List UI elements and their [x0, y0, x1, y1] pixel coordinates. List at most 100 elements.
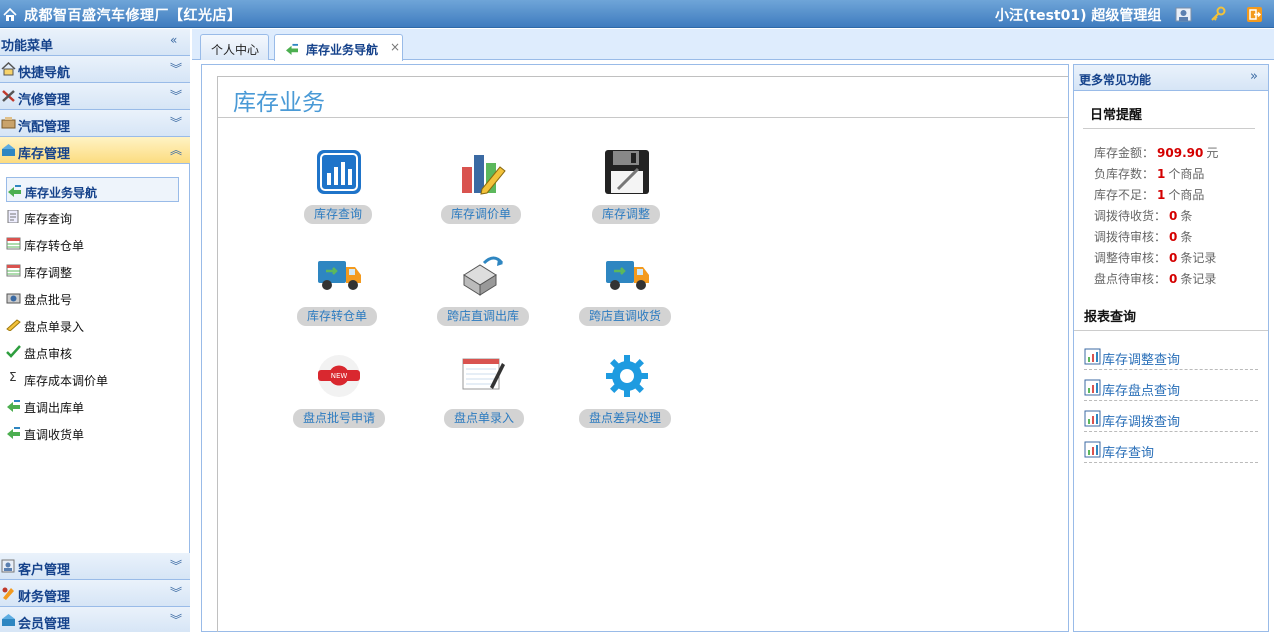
app-title: 成都智百盛汽车修理厂【红光店】 [24, 8, 242, 24]
reminder-title: 日常提醒 [1090, 108, 1143, 123]
stat-inventory-amount: 库存金额： 909.90 元 [1094, 146, 1219, 160]
right-panel-header: 更多常见功能 » [1074, 65, 1268, 91]
right-panel: 更多常见功能 » 日常提醒 库存金额： 909.90 元 负库存数： 1 个商品 库存不… [1073, 64, 1269, 632]
divider [1083, 128, 1255, 129]
table-icon [6, 237, 21, 250]
user-profile-icon[interactable] [1175, 6, 1192, 23]
transfer-icon [7, 427, 20, 439]
table-icon [6, 264, 21, 277]
report-link-adjust[interactable]: 库存调整查询 [1084, 342, 1258, 370]
sidebar-group-finance[interactable]: 财务管理 ︾ [0, 580, 190, 607]
chevron-down-icon: ︾ [170, 559, 183, 573]
func-stocktake-diff[interactable]: 盘点差异处理 [566, 353, 686, 443]
top-bar: 成都智百盛汽车修理厂【红光店】 小汪(test01) 超级管理组 [0, 0, 1274, 28]
tools-icon [2, 90, 15, 102]
warehouse-out-icon [463, 256, 504, 296]
checkmark-icon [6, 345, 21, 358]
transfer-icon [7, 400, 20, 412]
truck-icon [318, 261, 361, 290]
stat-low-stock: 库存不足： 1 个商品 [1094, 188, 1205, 202]
sidebar-item-transfer-order[interactable]: 库存转仓单 [6, 231, 179, 256]
stat-negative-stock: 负库存数： 1 个商品 [1094, 167, 1205, 181]
panel-header: 库存业务 [218, 77, 1068, 118]
sidebar-group-parts[interactable]: 汽配管理 ︾ [0, 110, 190, 137]
svg-text:NEW: NEW [331, 372, 348, 380]
stat-transfer-pending-review: 调拨待审核： 0 条 [1094, 230, 1193, 244]
sidebar-item-direct-in[interactable]: 直调收货单 [6, 420, 179, 445]
collapse-sidebar-icon[interactable]: « [170, 33, 177, 47]
sidebar-item-inventory-adjust[interactable]: 库存调整 [6, 258, 179, 283]
tab-strip: 个人中心 库存业务导航 × [192, 29, 1274, 61]
report-link-inventory[interactable]: 库存查询 [1084, 435, 1258, 463]
func-stocktake-apply[interactable]: NEW 盘点批号申请 [278, 353, 398, 443]
stat-transfer-pending-receipt: 调拨待收货： 0 条 [1094, 209, 1193, 223]
sidebar-group-customers[interactable]: 客户管理 ︾ [0, 553, 190, 580]
member-icon [2, 614, 15, 626]
report-link-transfer[interactable]: 库存调拨查询 [1084, 404, 1258, 432]
current-user: 小汪(test01) 超级管理组 [995, 8, 1162, 24]
sidebar-header: 功能菜单 « [0, 29, 190, 56]
sidebar-group-quick-nav[interactable]: 快捷导航 ︾ [0, 56, 190, 83]
page-title: 库存业务 [233, 90, 325, 116]
expand-panel-icon[interactable]: » [1250, 69, 1258, 84]
func-inventory-adjust[interactable]: 库存调整 [566, 149, 686, 239]
close-tab-icon[interactable]: × [390, 40, 400, 54]
camera-icon [6, 293, 21, 304]
func-cross-store-out[interactable]: 跨店直调出库 [422, 251, 542, 341]
sidebar-item-inventory-nav[interactable]: 库存业务导航 [6, 177, 179, 202]
sidebar-group-members[interactable]: 会员管理 ︾ [0, 607, 190, 632]
stat-adjust-pending-review: 调整待审核： 0 条记录 [1094, 251, 1217, 265]
parts-icon [1, 117, 16, 129]
inventory-business-panel: 库存业务 库存查询 库存调价单 库存调整 库存转仓单 跨店直调出库 跨店直调收货… [217, 76, 1068, 632]
sidebar-group-inventory[interactable]: 库存管理 ︽ [0, 137, 190, 164]
sidebar-item-direct-out[interactable]: 直调出库单 [6, 393, 179, 418]
chevron-down-icon: ︾ [170, 62, 183, 76]
finance-icon [2, 587, 14, 600]
pencil-icon [6, 319, 21, 331]
chart-pencil-icon [462, 155, 506, 195]
gear-icon [606, 355, 648, 397]
sidebar-item-stocktake-review[interactable]: 盘点审核 [6, 339, 179, 364]
stat-stocktake-pending-review: 盘点待审核： 0 条记录 [1094, 272, 1217, 286]
tab-inventory-nav[interactable]: 库存业务导航 × [274, 34, 403, 61]
chevron-down-icon: ︾ [170, 613, 183, 627]
transfer-icon [8, 185, 21, 197]
report-chart-icon [1084, 379, 1101, 396]
document-icon [7, 210, 19, 223]
func-stocktake-entry[interactable]: 盘点单录入 [422, 353, 542, 443]
bar-chart-icon [317, 150, 361, 194]
chevron-down-icon: ︾ [170, 586, 183, 600]
report-link-stocktake[interactable]: 库存盘点查询 [1084, 373, 1258, 401]
sigma-icon: Σ [9, 370, 17, 384]
customer-icon [1, 559, 15, 573]
func-transfer-order[interactable]: 库存转仓单 [278, 251, 398, 341]
report-chart-icon [1084, 410, 1101, 427]
sidebar-header-label: 功能菜单 [1, 39, 54, 54]
report-title: 报表查询 [1084, 310, 1137, 325]
func-price-adjust[interactable]: 库存调价单 [422, 149, 542, 239]
new-badge-icon: NEW [318, 355, 360, 397]
sidebar-item-stocktake-batch[interactable]: 盘点批号 [6, 285, 179, 310]
main-panel: 库存业务 库存查询 库存调价单 库存调整 库存转仓单 跨店直调出库 跨店直调收货… [201, 64, 1069, 632]
logout-icon[interactable] [1246, 6, 1263, 23]
func-cross-store-in[interactable]: 跨店直调收货 [566, 251, 686, 341]
divider [1074, 330, 1268, 331]
sidebar-item-stocktake-entry[interactable]: 盘点单录入 [6, 312, 179, 337]
sidebar: 功能菜单 « 快捷导航 ︾ 汽修管理 ︾ 汽配管理 ︾ 库存管理 ︽ 库存业务导… [0, 29, 190, 632]
sidebar-item-cost-adjust[interactable]: Σ 库存成本调价单 [6, 366, 179, 391]
tab-personal-center[interactable]: 个人中心 [200, 34, 269, 60]
func-inventory-query[interactable]: 库存查询 [278, 149, 398, 239]
key-icon[interactable] [1210, 6, 1227, 23]
report-chart-icon [1084, 348, 1101, 365]
report-chart-icon [1084, 441, 1101, 458]
home-icon [3, 8, 17, 21]
notebook-pen-icon [462, 358, 505, 390]
house-icon [1, 62, 16, 76]
inventory-icon [2, 144, 15, 156]
chevron-up-icon: ︽ [170, 143, 183, 157]
sidebar-item-inventory-query[interactable]: 库存查询 [6, 204, 179, 229]
transfer-icon [286, 43, 298, 55]
sidebar-group-repair[interactable]: 汽修管理 ︾ [0, 83, 190, 110]
floppy-icon [605, 150, 649, 194]
chevron-down-icon: ︾ [170, 89, 183, 103]
